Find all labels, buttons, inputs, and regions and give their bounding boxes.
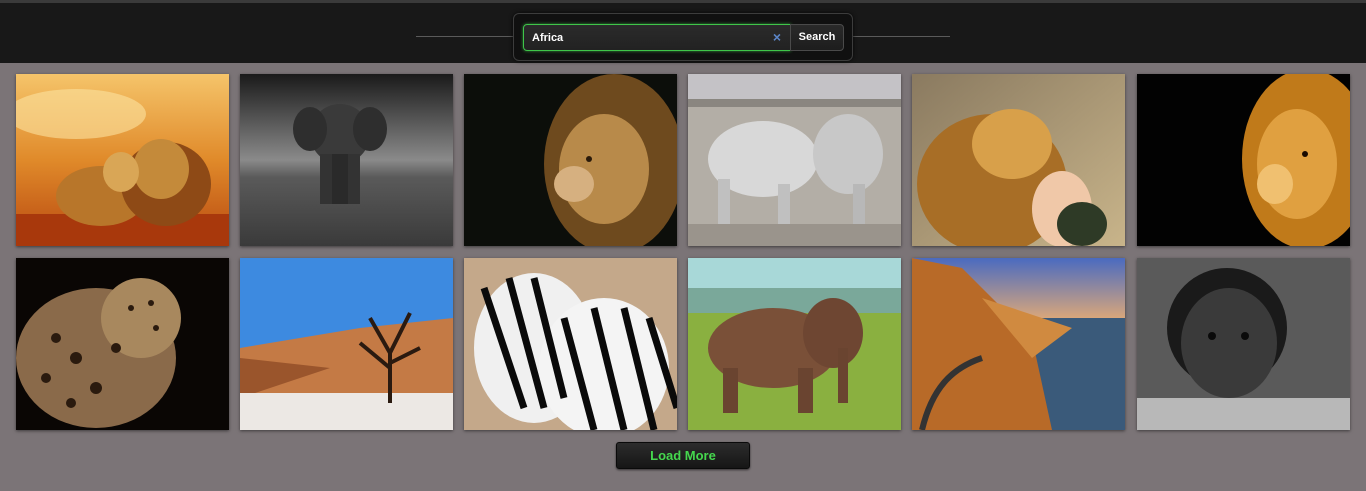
gallery-image-elephants-pair[interactable] <box>688 74 901 246</box>
zebras-image <box>464 258 677 430</box>
gallery-image-elephant-grass[interactable] <box>688 258 901 430</box>
dead-tree-dunes-image <box>240 258 453 430</box>
gallery-image-boy-portrait[interactable] <box>1137 258 1350 430</box>
coastal-road-image <box>912 258 1125 430</box>
gallery-image-zebras[interactable] <box>464 258 677 430</box>
clear-icon[interactable]: × <box>770 29 784 45</box>
boy-portrait-image <box>1137 258 1350 430</box>
lion-black-image <box>1137 74 1350 246</box>
elephant-bw-image <box>240 74 453 246</box>
lions-sunset-image <box>16 74 229 246</box>
gallery-image-elephant-bw[interactable] <box>240 74 453 246</box>
load-more-button[interactable]: Load More <box>616 442 750 469</box>
gallery-image-leopard[interactable] <box>16 258 229 430</box>
search-button[interactable]: Search <box>790 24 844 51</box>
top-bar: × Search <box>0 0 1366 63</box>
lion-girl-image <box>912 74 1125 246</box>
gallery-image-lion-dark[interactable] <box>464 74 677 246</box>
search-input-wrapper: × <box>523 24 791 51</box>
lion-dark-image <box>464 74 677 246</box>
gallery-image-dead-tree-dunes[interactable] <box>240 258 453 430</box>
divider-left <box>416 36 514 37</box>
elephants-pair-image <box>688 74 901 246</box>
elephant-grass-image <box>688 258 901 430</box>
gallery-image-lions-sunset[interactable] <box>16 74 229 246</box>
gallery-image-coastal-road[interactable] <box>912 258 1125 430</box>
leopard-image <box>16 258 229 430</box>
divider-right <box>852 36 950 37</box>
gallery-image-lion-girl[interactable] <box>912 74 1125 246</box>
gallery-image-lion-black[interactable] <box>1137 74 1350 246</box>
search-input[interactable] <box>524 25 769 50</box>
search-panel: × Search <box>513 13 853 61</box>
